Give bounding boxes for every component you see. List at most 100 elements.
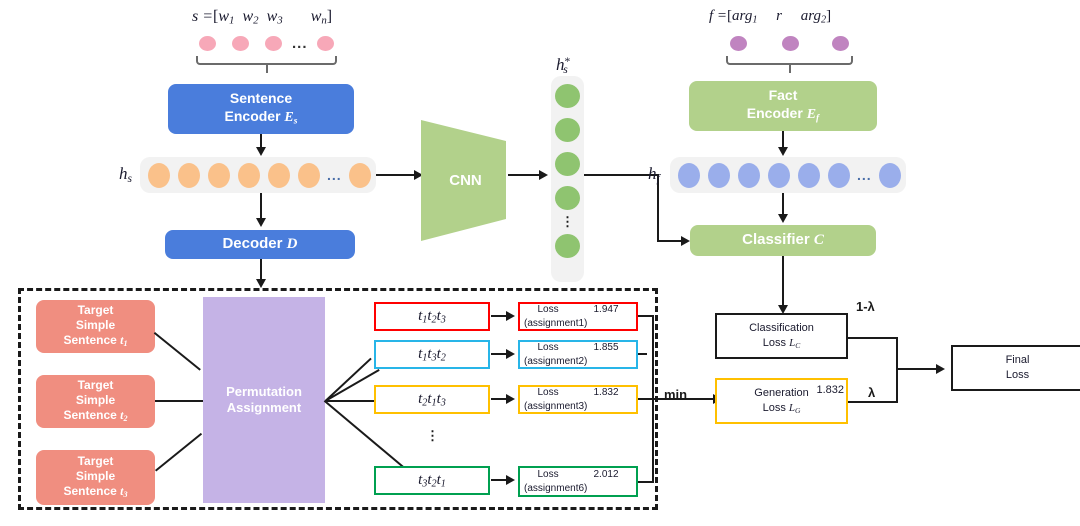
classification-loss-box[interactable]: Classification Loss LC — [715, 313, 848, 359]
weight-lambda: λ — [868, 385, 876, 400]
connector-classifier-to-closs — [782, 256, 784, 308]
sentence-token-dot — [232, 36, 249, 51]
connector-target2-to-perm — [155, 400, 204, 402]
loss-assignment-1: (assignment1) — [524, 317, 588, 329]
connector-min-to-gloss — [691, 398, 715, 400]
hf-dot — [768, 162, 790, 188]
connector-hs-to-cnn — [376, 174, 416, 176]
hf-dot — [798, 162, 820, 188]
hsstar-ellipsis: ⋮ — [561, 214, 574, 229]
weight-one-minus-lambda: 1-λ — [856, 299, 875, 314]
sentence-token-dot — [317, 36, 334, 51]
loss-box-2[interactable]: Loss 1.855 (assignment2) — [518, 340, 638, 369]
loss-value-4: 2.012 — [593, 469, 619, 480]
arrowhead-right — [506, 394, 515, 404]
arrowhead-right — [506, 311, 515, 321]
final-loss-box[interactable]: Final Loss — [951, 345, 1080, 391]
merge-h-bottom — [848, 401, 898, 403]
sentence-encoder-box[interactable]: Sentence Encoder Es — [168, 84, 354, 134]
loss-assignment-4: (assignment6) — [524, 482, 588, 494]
hf-dot — [678, 162, 700, 188]
fact-input-formula: f =[arg1 r arg2] — [709, 8, 832, 26]
sentence-encoder-line1: Sentence — [229, 90, 293, 107]
classifier-label: Classifier C — [742, 231, 824, 249]
hs-dot — [298, 162, 320, 188]
permutation-order-box-2[interactable]: t1t3t2 — [374, 340, 490, 369]
target-line1: Target — [77, 378, 114, 393]
loss-box-4[interactable]: Loss 2.012 (assignment6) — [518, 466, 638, 497]
hsstar-label: h*s — [556, 55, 571, 77]
target-line1: Target — [77, 454, 114, 469]
hs-dot — [208, 162, 230, 188]
merge-h-top — [848, 337, 898, 339]
fact-token-dot — [782, 36, 799, 51]
hs-dot — [178, 162, 200, 188]
loss-label-3: Loss — [537, 387, 559, 398]
hs-dot — [268, 162, 290, 188]
loss-value-2: 1.855 — [593, 342, 619, 353]
hf-dot — [828, 162, 850, 188]
fact-encoder-box[interactable]: Fact Encoder Ef — [689, 81, 877, 131]
target-sentence-box-1[interactable]: Target Simple Sentence t1 — [36, 300, 155, 353]
hsstar-dot — [555, 118, 580, 142]
loss-box-1[interactable]: Loss 1.947 (assignment1) — [518, 302, 638, 331]
decoder-label: Decoder D — [222, 235, 298, 253]
hsstar-dot — [555, 186, 580, 210]
loss-assignment-2: (assignment2) — [524, 355, 588, 367]
hsstar-dot — [555, 84, 580, 108]
connector-cnn-to-hsstar — [508, 174, 542, 176]
min-label: min — [664, 387, 688, 402]
sentence-input-formula: s =[w1 w2 w3 wn] — [192, 8, 333, 27]
loss-box-3[interactable]: Loss 1.832 (assignment3) — [518, 385, 638, 414]
permutation-ellipsis: ⋮ — [426, 428, 439, 443]
loss-label-1: Loss — [537, 304, 559, 315]
target-sentence-box-2[interactable]: Target Simple Sentence t2 — [36, 375, 155, 428]
connector-decoder-to-region — [260, 259, 262, 281]
arrowhead-down — [256, 279, 266, 288]
connector-hsstar-h2 — [657, 240, 683, 242]
classifier-box[interactable]: Classifier C — [690, 225, 876, 256]
sentence-input-brace — [196, 56, 337, 65]
target-line2: Simple — [75, 318, 116, 333]
sentence-input-brace-stem — [266, 65, 268, 73]
diagram-canvas: s =[w1 w2 w3 wn] ... Sentence Encoder Es… — [0, 0, 1080, 526]
target-sentence-box-3[interactable]: Target Simple Sentence t3 — [36, 450, 155, 505]
hsstar-strip: ⋮ — [551, 76, 584, 282]
permutation-assignment-box[interactable]: Permutation Assignment — [203, 297, 325, 503]
hsstar-dot — [555, 234, 580, 258]
hf-dot — [708, 162, 730, 188]
target-line2: Simple — [75, 469, 116, 484]
loss-label-2: Loss — [537, 342, 559, 353]
permutation-order-box-4[interactable]: t3t2t1 — [374, 466, 490, 495]
classification-loss-line2: Loss LC — [762, 336, 801, 350]
connector-perm-to-order3 — [325, 400, 375, 402]
connector-hf-to-classifier — [782, 193, 784, 215]
permutation-order-box-1[interactable]: t1t2t3 — [374, 302, 490, 331]
hs-label: hs — [119, 164, 132, 185]
permutation-line2: Assignment — [226, 400, 302, 415]
arrowhead-down — [778, 147, 788, 156]
fact-input-brace-stem — [789, 65, 791, 73]
generation-loss-line2: Loss LG — [762, 401, 801, 415]
hs-strip: ... — [140, 157, 376, 193]
loss-value-3: 1.832 — [593, 387, 619, 398]
arrowhead-right — [681, 236, 690, 246]
connector-hs-to-decoder — [260, 193, 262, 219]
fact-encoder-line1: Fact — [768, 87, 798, 104]
fact-token-dot — [730, 36, 747, 51]
target-line2: Simple — [75, 393, 116, 408]
sentence-token-dot — [265, 36, 282, 51]
loss-assignment-3: (assignment3) — [524, 400, 588, 412]
hf-dot — [738, 162, 760, 188]
arrowhead-down — [256, 147, 266, 156]
decoder-box[interactable]: Decoder D — [165, 230, 355, 259]
permutation-order-box-3[interactable]: t2t1t3 — [374, 385, 490, 414]
permutation-order-2: t1t3t2 — [418, 345, 446, 364]
generation-loss-box[interactable]: Generation 1.832 Loss LG — [715, 378, 848, 424]
loss-value-1: 1.947 — [593, 304, 619, 315]
permutation-order-3: t2t1t3 — [418, 390, 446, 409]
arrowhead-right — [539, 170, 548, 180]
permutation-order-1: t1t2t3 — [418, 307, 446, 326]
hs-dot — [148, 162, 170, 188]
connector-encoder-to-hs — [260, 134, 262, 148]
